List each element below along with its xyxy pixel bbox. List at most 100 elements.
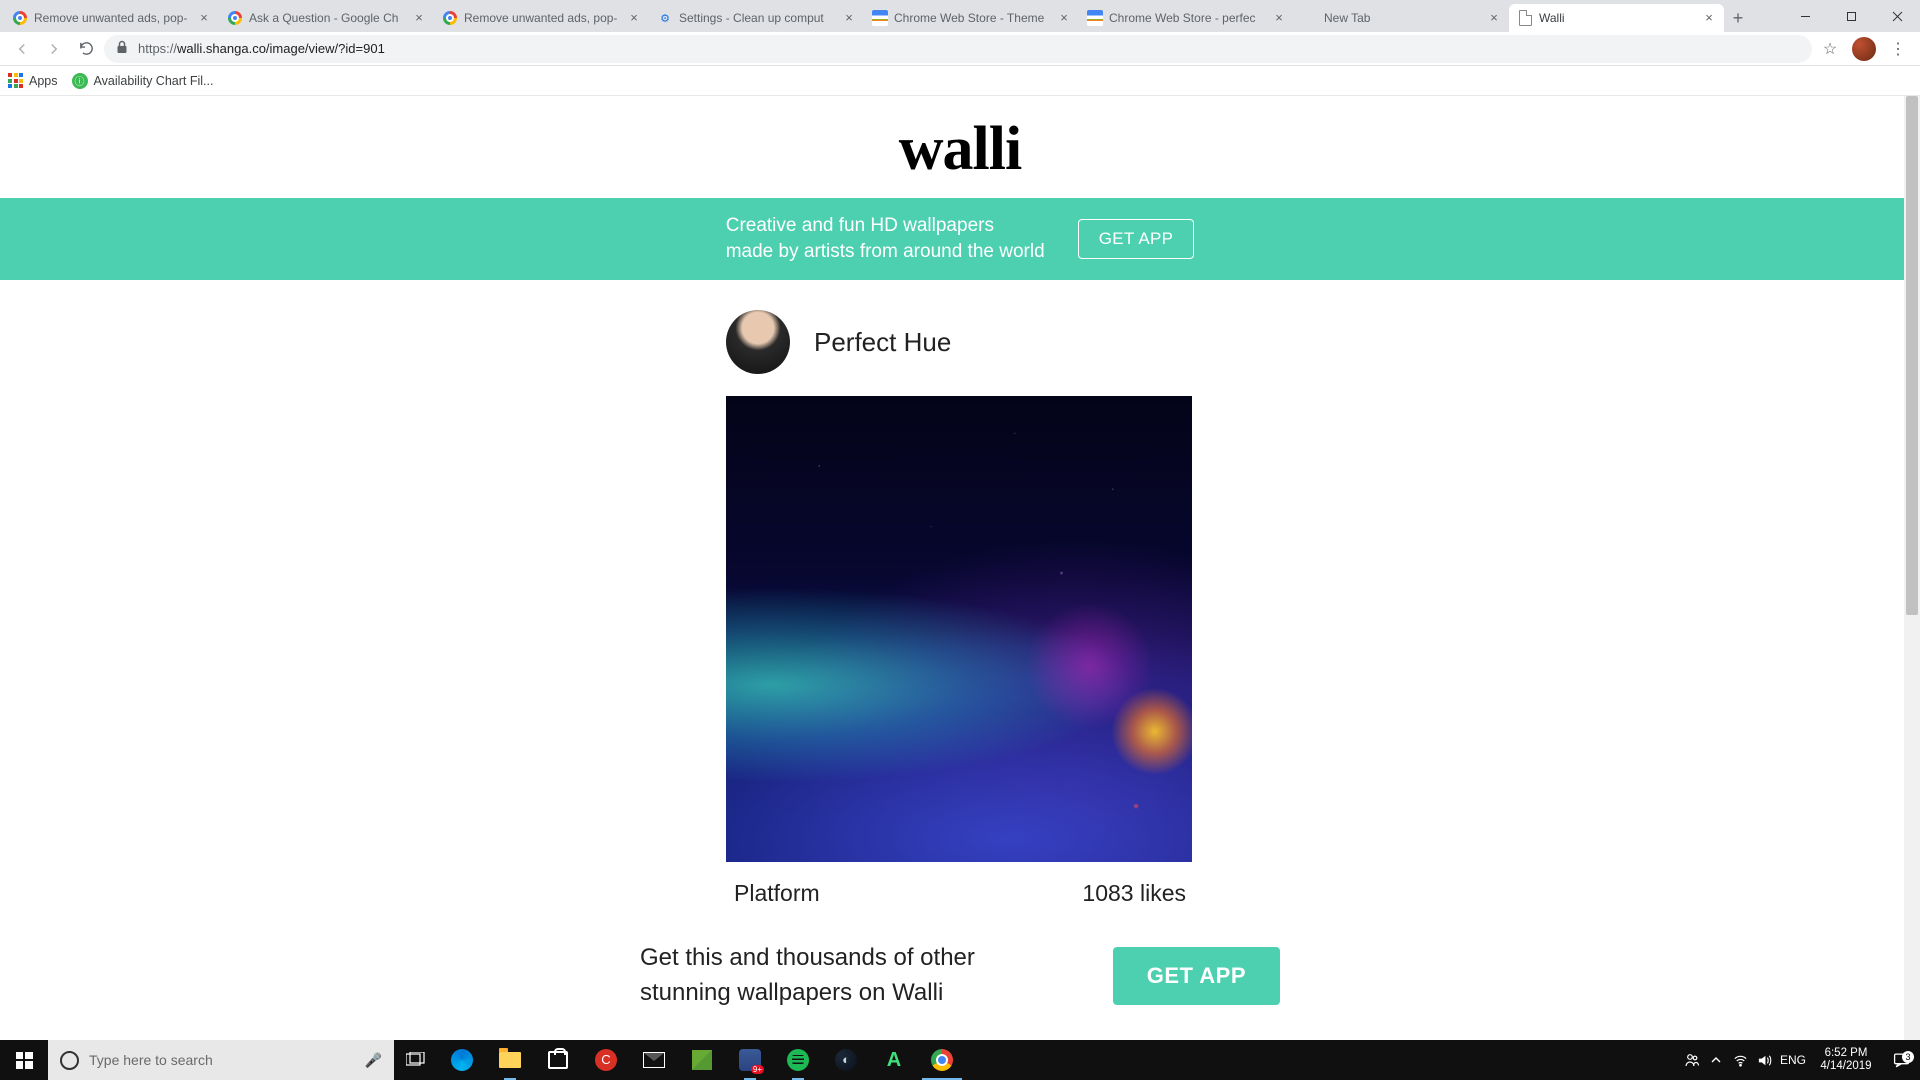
taskbar-app-a[interactable]: A <box>870 1040 918 1080</box>
site-header: walli <box>0 96 1920 198</box>
tray-chevron-up-icon[interactable] <box>1704 1040 1728 1080</box>
back-button[interactable] <box>8 35 36 63</box>
taskbar-app-steam[interactable]: ◐ <box>822 1040 870 1080</box>
tab-title: Remove unwanted ads, pop- <box>464 11 623 25</box>
tab-close-icon[interactable]: × <box>1702 11 1716 25</box>
windows-logo-icon <box>16 1052 33 1069</box>
url-text: https://walli.shanga.co/image/view/?id=9… <box>138 41 1800 56</box>
window-close-button[interactable] <box>1874 0 1920 32</box>
wifi-tray-icon[interactable] <box>1728 1040 1752 1080</box>
blank-tab-icon <box>1302 10 1318 26</box>
start-button[interactable] <box>0 1040 48 1080</box>
taskbar-app-spotify[interactable] <box>774 1040 822 1080</box>
tab-close-icon[interactable]: × <box>1057 11 1071 25</box>
page-viewport: walli Creative and fun HD wallpapers mad… <box>0 96 1920 1040</box>
author-row[interactable]: Perfect Hue <box>720 310 1200 374</box>
tab-close-icon[interactable]: × <box>197 11 211 25</box>
address-bar: https://walli.shanga.co/image/view/?id=9… <box>0 32 1920 66</box>
tab-close-icon[interactable]: × <box>1272 11 1286 25</box>
tab-close-icon[interactable]: × <box>627 11 641 25</box>
search-placeholder: Type here to search <box>89 1052 213 1068</box>
chrome-web-store-icon <box>872 10 888 26</box>
google-icon <box>442 10 458 26</box>
steam-icon: ◐ <box>835 1049 857 1071</box>
walli-logo[interactable]: walli <box>899 118 1021 180</box>
tray-time: 6:52 PM <box>1810 1047 1882 1060</box>
store-icon <box>548 1051 568 1069</box>
chrome-web-store-icon <box>1087 10 1103 26</box>
reload-button[interactable] <box>72 35 100 63</box>
google-icon <box>12 10 28 26</box>
browser-tab[interactable]: Remove unwanted ads, pop- × <box>434 4 649 32</box>
tab-title: New Tab <box>1324 11 1483 25</box>
bookmarks-bar: Apps ⓘ Availability Chart Fil... <box>0 66 1920 96</box>
taskbar-app-edge[interactable] <box>438 1040 486 1080</box>
tab-close-icon[interactable]: × <box>412 11 426 25</box>
browser-tab[interactable]: New Tab × <box>1294 4 1509 32</box>
people-tray-icon[interactable] <box>1680 1040 1704 1080</box>
taskbar-app-store[interactable] <box>534 1040 582 1080</box>
wallpaper-image[interactable] <box>726 396 1192 862</box>
edge-icon <box>451 1049 473 1071</box>
blue-app-icon <box>739 1049 761 1071</box>
taskbar-app-explorer[interactable] <box>486 1040 534 1080</box>
browser-tab[interactable]: Remove unwanted ads, pop- × <box>4 4 219 32</box>
tab-title: Walli <box>1539 11 1698 25</box>
taskbar-app-red[interactable]: C <box>582 1040 630 1080</box>
forward-button[interactable] <box>40 35 68 63</box>
scrollbar-thumb[interactable] <box>1906 96 1918 615</box>
vertical-scrollbar[interactable] <box>1904 96 1920 1040</box>
browser-tab[interactable]: Chrome Web Store - perfec × <box>1079 4 1294 32</box>
bookmark-favicon: ⓘ <box>72 73 88 89</box>
spotify-icon <box>787 1049 809 1071</box>
promo-banner: Creative and fun HD wallpapers made by a… <box>0 198 1920 280</box>
taskbar-app-blue[interactable] <box>726 1040 774 1080</box>
gear-icon: ⚙ <box>657 10 673 26</box>
wallpaper-likes: 1083 likes <box>1082 880 1186 907</box>
tab-title: Remove unwanted ads, pop- <box>34 11 193 25</box>
minecraft-icon <box>692 1050 712 1070</box>
tab-close-icon[interactable]: × <box>1487 11 1501 25</box>
window-minimize-button[interactable] <box>1782 0 1828 32</box>
taskbar-app-chrome[interactable] <box>918 1040 966 1080</box>
browser-tab[interactable]: ⚙ Settings - Clean up comput × <box>649 4 864 32</box>
tab-title: Ask a Question - Google Ch <box>249 11 408 25</box>
action-center-button[interactable]: 3 <box>1882 1052 1920 1069</box>
mail-icon <box>643 1052 665 1068</box>
new-tab-button[interactable]: + <box>1724 4 1752 32</box>
taskbar-app-minecraft[interactable] <box>678 1040 726 1080</box>
triangle-a-icon: A <box>887 1049 901 1072</box>
language-indicator[interactable]: ENG <box>1776 1053 1810 1067</box>
google-icon <box>227 10 243 26</box>
tab-close-icon[interactable]: × <box>842 11 856 25</box>
apps-grid-icon <box>8 73 23 88</box>
tab-title: Chrome Web Store - perfec <box>1109 11 1268 25</box>
taskbar-search-box[interactable]: Type here to search 🎤 <box>48 1040 394 1080</box>
page-icon <box>1517 10 1533 26</box>
lock-icon <box>116 40 128 57</box>
apps-shortcut[interactable]: Apps <box>8 73 58 88</box>
chrome-menu-button[interactable]: ⋮ <box>1884 35 1912 63</box>
browser-tab[interactable]: Chrome Web Store - Theme × <box>864 4 1079 32</box>
volume-tray-icon[interactable] <box>1752 1040 1776 1080</box>
cta-text: Get this and thousands of other stunning… <box>640 941 1000 1011</box>
bookmark-star-button[interactable]: ☆ <box>1816 35 1844 63</box>
profile-avatar-button[interactable] <box>1852 37 1876 61</box>
browser-tab[interactable]: Ask a Question - Google Ch × <box>219 4 434 32</box>
omnibox[interactable]: https://walli.shanga.co/image/view/?id=9… <box>104 35 1812 63</box>
window-maximize-button[interactable] <box>1828 0 1874 32</box>
get-app-button-outline[interactable]: GET APP <box>1078 219 1195 259</box>
bookmark-label: Availability Chart Fil... <box>94 74 214 88</box>
wallpaper-title: Platform <box>734 880 820 907</box>
microphone-icon[interactable]: 🎤 <box>365 1052 382 1069</box>
taskbar-app-mail[interactable] <box>630 1040 678 1080</box>
browser-tab-active[interactable]: Walli × <box>1509 4 1724 32</box>
get-app-button-solid[interactable]: GET APP <box>1113 947 1280 1005</box>
bookmark-item[interactable]: ⓘ Availability Chart Fil... <box>72 73 214 89</box>
notification-badge: 3 <box>1902 1051 1914 1063</box>
author-name: Perfect Hue <box>814 327 951 358</box>
tab-strip: Remove unwanted ads, pop- × Ask a Questi… <box>0 0 1920 32</box>
tray-clock[interactable]: 6:52 PM 4/14/2019 <box>1810 1047 1882 1073</box>
tray-date: 4/14/2019 <box>1810 1060 1882 1073</box>
task-view-button[interactable] <box>394 1040 438 1080</box>
